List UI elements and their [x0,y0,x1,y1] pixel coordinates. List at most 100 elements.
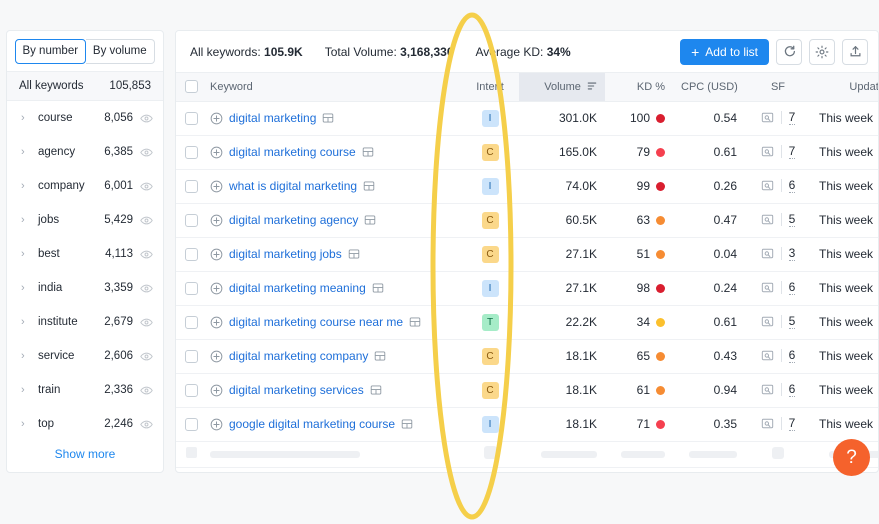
sidebar-group-top[interactable]: › top 2,246 [7,407,163,436]
toggle-by-number[interactable]: By number [15,39,86,64]
intent-badge[interactable]: C [481,347,499,365]
eye-icon[interactable] [140,316,153,329]
table-row[interactable]: digital marketing services C 18.1K 61 0.94 6 T… [176,373,878,408]
row-checkbox[interactable] [184,316,198,330]
row-checkbox[interactable] [184,112,198,126]
eye-icon[interactable] [140,248,153,261]
keyword-link[interactable]: digital marketing jobs [229,247,342,261]
eye-icon[interactable] [140,384,153,397]
serp-features-icon[interactable] [364,214,376,226]
add-keyword-icon[interactable] [210,384,223,397]
chevron-right-icon[interactable]: › [21,112,33,124]
refresh-button[interactable] [776,38,802,65]
serp-preview-icon[interactable] [761,281,774,294]
serp-features-icon[interactable] [372,282,384,294]
serp-features-icon[interactable] [370,384,382,396]
intent-badge[interactable]: I [481,415,499,433]
all-keywords-row[interactable]: All keywords 105,853 [7,71,163,101]
add-keyword-icon[interactable] [210,316,223,329]
sf-count[interactable]: 7 [788,416,796,431]
eye-icon[interactable] [140,112,153,125]
keyword-link[interactable]: digital marketing course [229,145,356,159]
intent-badge[interactable]: C [481,211,499,229]
sf-count[interactable]: 7 [788,144,796,159]
row-checkbox[interactable] [184,282,198,296]
sidebar-group-india[interactable]: › india 3,359 [7,271,163,305]
table-row[interactable]: digital marketing I 301.0K 100 0.54 7 This wee… [176,101,878,136]
serp-features-icon[interactable] [401,418,413,430]
help-button[interactable]: ? [833,439,870,476]
header-volume[interactable]: Volume [519,73,605,102]
sf-count[interactable]: 6 [788,178,796,193]
chevron-right-icon[interactable]: › [21,350,33,362]
chevron-right-icon[interactable]: › [21,282,33,294]
eye-icon[interactable] [140,350,153,363]
serp-preview-icon[interactable] [761,179,774,192]
serp-preview-icon[interactable] [761,315,774,328]
serp-features-icon[interactable] [409,316,421,328]
serp-preview-icon[interactable] [761,349,774,362]
chevron-right-icon[interactable]: › [21,180,33,192]
table-row[interactable]: digital marketing course near me T 22.2K 34… [176,305,878,340]
table-row[interactable]: digital marketing meaning I 27.1K 98 0.24 6 Th… [176,271,878,306]
serp-features-icon[interactable] [363,180,375,192]
intent-badge[interactable]: C [481,245,499,263]
add-keyword-icon[interactable] [210,350,223,363]
serp-preview-icon[interactable] [761,213,774,226]
chevron-right-icon[interactable]: › [21,248,33,260]
toggle-by-volume[interactable]: By volume [85,39,155,64]
header-updated[interactable]: Updated [811,73,878,102]
sf-count[interactable]: 3 [788,246,796,261]
row-checkbox[interactable] [184,214,198,228]
serp-preview-icon[interactable] [761,417,774,430]
serp-features-icon[interactable] [322,112,334,124]
row-checkbox[interactable] [184,146,198,160]
keyword-link[interactable]: digital marketing company [229,349,368,363]
eye-icon[interactable] [140,418,153,431]
keyword-link[interactable]: google digital marketing course [229,417,395,431]
chevron-right-icon[interactable]: › [21,214,33,226]
add-keyword-icon[interactable] [210,248,223,261]
sidebar-group-agency[interactable]: › agency 6,385 [7,135,163,169]
keyword-link[interactable]: digital marketing meaning [229,281,366,295]
export-button[interactable] [842,38,868,65]
sidebar-group-service[interactable]: › service 2,606 [7,339,163,373]
eye-icon[interactable] [140,146,153,159]
serp-features-icon[interactable] [362,146,374,158]
intent-badge[interactable]: C [481,381,499,399]
keyword-link[interactable]: digital marketing course near me [229,315,403,329]
row-checkbox[interactable] [184,180,198,194]
chevron-right-icon[interactable]: › [21,418,33,430]
sidebar-group-institute[interactable]: › institute 2,679 [7,305,163,339]
add-keyword-icon[interactable] [210,214,223,227]
sf-count[interactable]: 5 [788,212,796,227]
sidebar-group-jobs[interactable]: › jobs 5,429 [7,203,163,237]
keyword-link[interactable]: digital marketing services [229,383,364,397]
sf-count[interactable]: 5 [788,314,796,329]
add-keyword-icon[interactable] [210,180,223,193]
add-keyword-icon[interactable] [210,146,223,159]
eye-icon[interactable] [140,214,153,227]
intent-badge[interactable]: I [481,109,499,127]
sidebar-group-train[interactable]: › train 2,336 [7,373,163,407]
sidebar-group-best[interactable]: › best 4,113 [7,237,163,271]
sidebar-group-company[interactable]: › company 6,001 [7,169,163,203]
row-checkbox[interactable] [184,384,198,398]
sf-count[interactable]: 6 [788,348,796,363]
intent-badge[interactable]: I [481,279,499,297]
table-row[interactable]: digital marketing jobs C 27.1K 51 0.04 3 This … [176,237,878,272]
chevron-right-icon[interactable]: › [21,384,33,396]
serp-preview-icon[interactable] [761,111,774,124]
header-kd[interactable]: KD % [605,73,673,102]
serp-features-icon[interactable] [348,248,360,260]
serp-preview-icon[interactable] [761,383,774,396]
add-keyword-icon[interactable] [210,282,223,295]
eye-icon[interactable] [140,180,153,193]
row-checkbox[interactable] [184,418,198,432]
intent-badge[interactable]: I [481,177,499,195]
serp-features-icon[interactable] [374,350,386,362]
intent-badge[interactable]: T [481,313,499,331]
header-keyword[interactable]: Keyword [206,73,461,102]
table-row[interactable]: digital marketing agency C 60.5K 63 0.47 5 Thi… [176,203,878,238]
table-row[interactable]: what is digital marketing I 74.0K 99 0.26 6 Th… [176,169,878,204]
